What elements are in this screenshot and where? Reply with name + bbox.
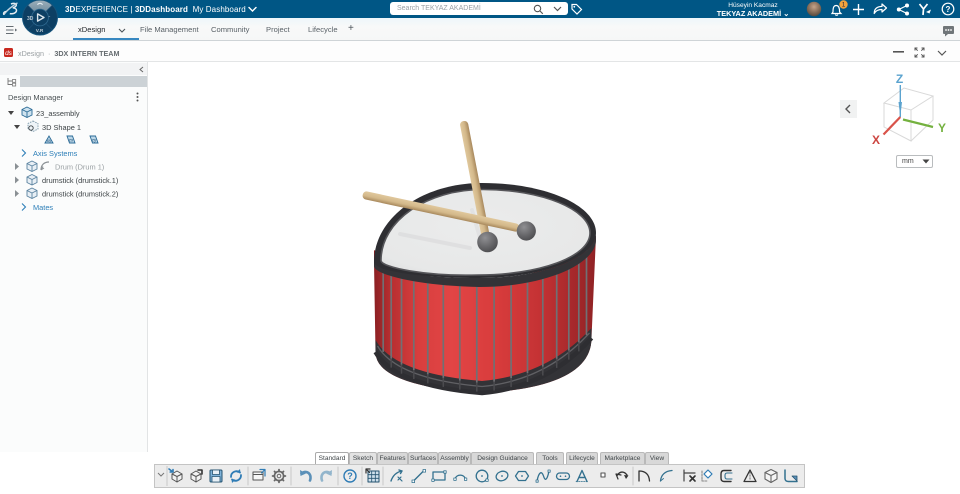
svg-text:Axis Systems: Axis Systems [33, 149, 78, 158]
svg-text:zy: zy [92, 138, 97, 143]
svg-text:3D Shape 1: 3D Shape 1 [42, 123, 81, 132]
svg-text:3D: 3D [27, 16, 34, 22]
svg-text:Drum (Drum 1): Drum (Drum 1) [55, 163, 104, 172]
svg-text:drumstick (drumstick.2): drumstick (drumstick.2) [42, 190, 118, 199]
svg-text:drumstick (drumstick.1): drumstick (drumstick.1) [42, 176, 118, 185]
svg-text:23_assembly: 23_assembly [36, 109, 80, 118]
svg-text:?: ? [347, 471, 353, 481]
svg-text:V.R: V.R [36, 28, 44, 34]
svg-text:zx: zx [69, 138, 74, 143]
svg-text:xy: xy [47, 138, 52, 143]
svg-text:Mates: Mates [33, 203, 53, 212]
